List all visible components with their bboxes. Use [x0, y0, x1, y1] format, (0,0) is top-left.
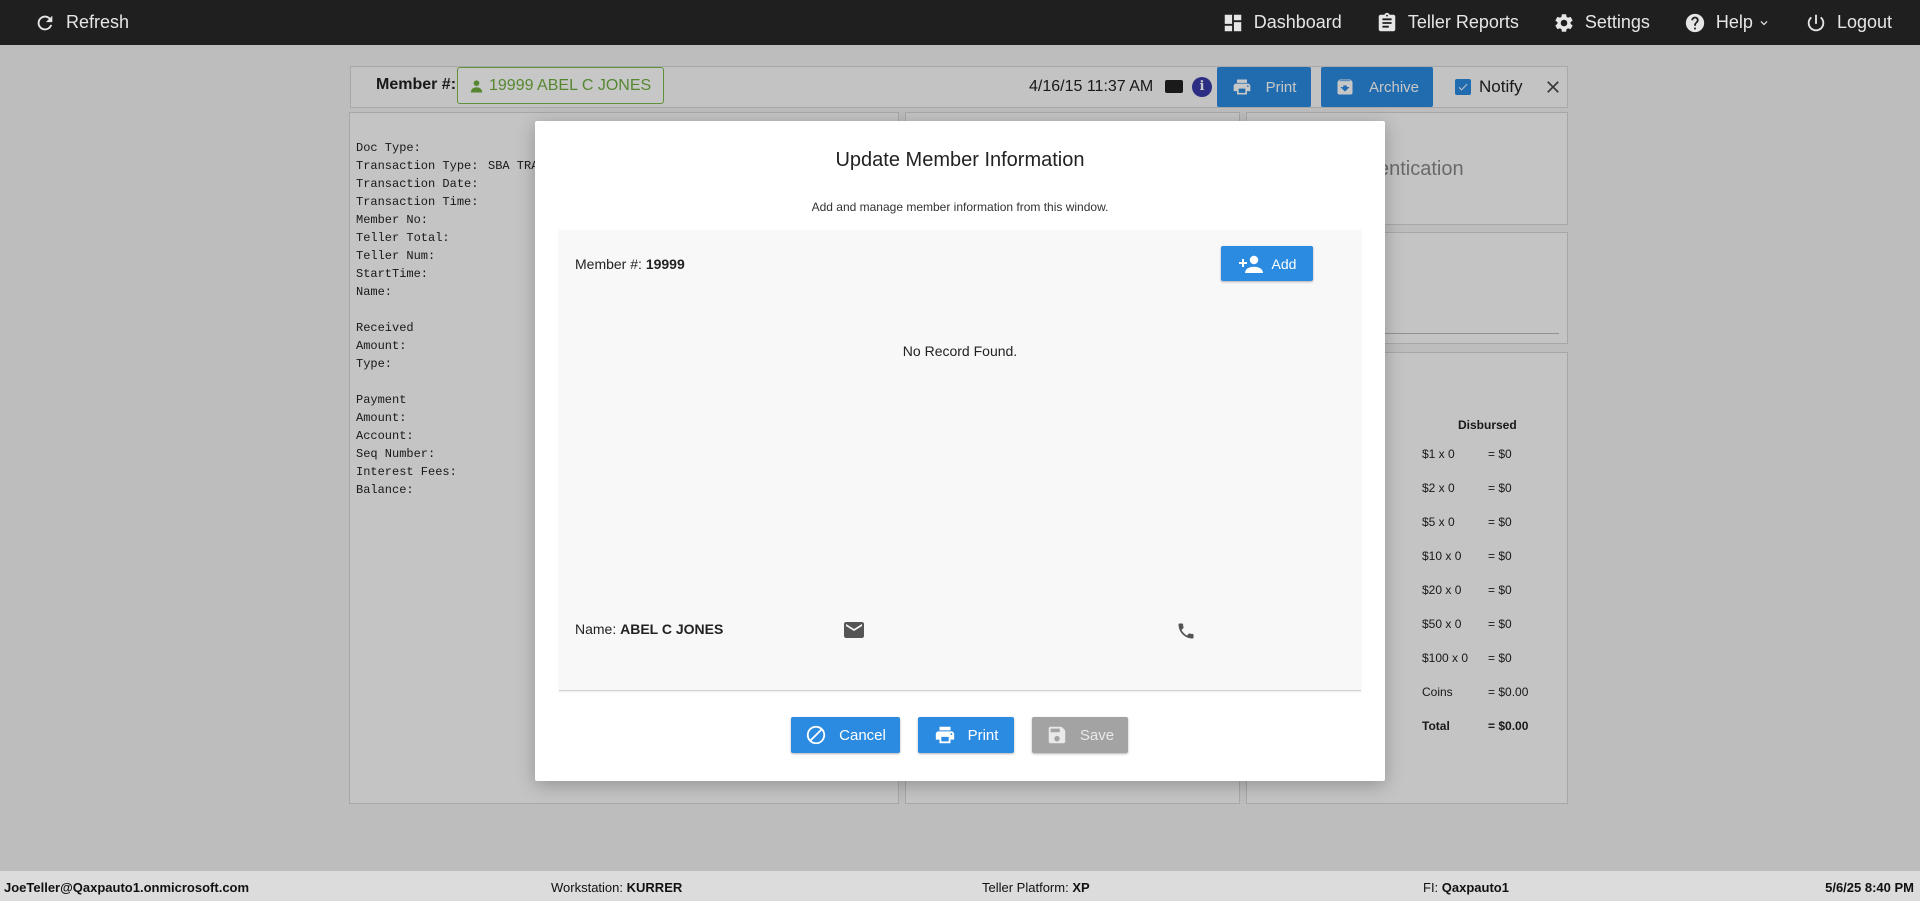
- nav-teller-reports[interactable]: Teller Reports: [1376, 12, 1519, 34]
- workstation-label: Workstation:: [551, 880, 624, 895]
- clipboard-icon: [1378, 12, 1396, 31]
- cancel-button[interactable]: Cancel: [791, 717, 900, 753]
- top-nav-bar: Refresh Dashboard Teller Reports Setting…: [0, 0, 1920, 45]
- fi-label: FI:: [1423, 880, 1439, 895]
- dashboard-icon: [1224, 14, 1241, 31]
- main-nav: Dashboard Teller Reports Settings Help L…: [1222, 12, 1892, 34]
- card-member-value: 19999: [645, 256, 685, 272]
- floppy-save-icon: [1048, 726, 1066, 744]
- status-bar: JoeTeller@Qaxpauto1.onmicrosoft.com Work…: [0, 871, 1920, 901]
- refresh-icon: [37, 15, 53, 30]
- workstation-value: KURRER: [626, 880, 683, 895]
- power-icon: [1807, 14, 1825, 31]
- person-add-icon: [1238, 255, 1263, 273]
- card-member-number: Member #: 19999: [575, 256, 685, 272]
- cancel-label: Cancel: [839, 726, 886, 744]
- email-icon[interactable]: [844, 622, 864, 638]
- add-button[interactable]: Add: [1221, 246, 1313, 281]
- dialog-title: Update Member Information: [835, 149, 1085, 171]
- status-workstation: Workstation: KURRER: [551, 880, 682, 895]
- add-label: Add: [1271, 255, 1297, 272]
- phone-icon[interactable]: [1176, 621, 1196, 641]
- block-icon: [806, 725, 826, 745]
- printer-icon: [935, 726, 954, 744]
- status-user: JoeTeller@Qaxpauto1.onmicrosoft.com: [4, 880, 250, 895]
- platform-value: XP: [1072, 880, 1090, 895]
- status-fi: FI: Qaxpauto1: [1423, 880, 1509, 895]
- nav-logout[interactable]: Logout: [1805, 12, 1892, 34]
- empty-state: No Record Found.: [902, 343, 1018, 359]
- name-value: ABEL C JONES: [620, 621, 724, 637]
- save-button[interactable]: Save: [1032, 717, 1128, 753]
- nav-teller-reports-label: Teller Reports: [1407, 12, 1519, 32]
- card-name: Name: ABEL C JONES: [575, 621, 723, 637]
- print-button[interactable]: Print: [918, 717, 1014, 753]
- save-label: Save: [1079, 726, 1115, 744]
- nav-help[interactable]: Help: [1684, 12, 1771, 34]
- nav-dashboard-label: Dashboard: [1253, 12, 1342, 32]
- refresh-label: Refresh: [66, 12, 130, 32]
- refresh-button[interactable]: Refresh: [34, 12, 129, 34]
- dialog-subtitle: Add and manage member information from t…: [811, 200, 1109, 214]
- chevron-down-icon: [1760, 20, 1768, 25]
- update-member-dialog: Update Member Information Add and manage…: [535, 121, 1385, 781]
- help-circle-icon: [1685, 13, 1705, 32]
- print-label: Print: [967, 726, 999, 744]
- card-member-label: Member #:: [575, 256, 642, 272]
- status-platform: Teller Platform: XP: [982, 880, 1090, 895]
- name-label: Name:: [575, 621, 617, 637]
- nav-settings-label: Settings: [1584, 12, 1650, 32]
- member-info-card: Member #: 19999 Add No Record Found. Nam…: [559, 230, 1361, 691]
- status-datetime: 5/6/25 8:40 PM: [1825, 880, 1914, 895]
- nav-logout-label: Logout: [1836, 12, 1892, 32]
- fi-value: Qaxpauto1: [1441, 880, 1509, 895]
- nav-settings[interactable]: Settings: [1553, 12, 1650, 34]
- platform-label: Teller Platform:: [982, 880, 1069, 895]
- gear-icon: [1555, 13, 1573, 32]
- nav-help-label: Help: [1715, 12, 1753, 32]
- nav-dashboard[interactable]: Dashboard: [1222, 12, 1342, 34]
